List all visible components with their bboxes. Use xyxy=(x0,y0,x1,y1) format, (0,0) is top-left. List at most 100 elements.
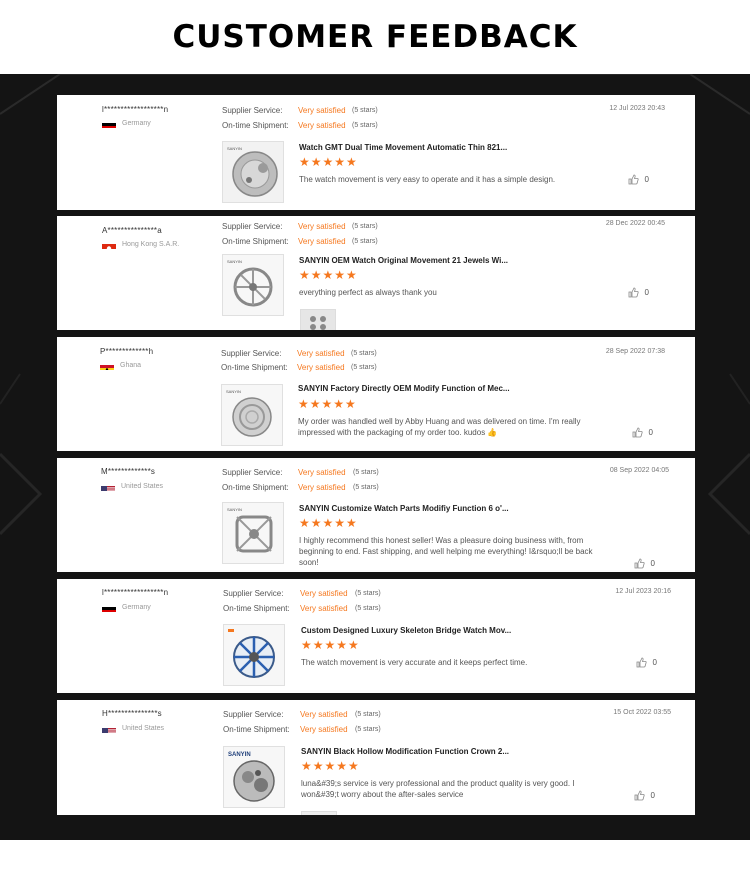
product-thumbnail[interactable]: SANYIN xyxy=(222,502,284,564)
product-thumbnail[interactable]: SANYIN xyxy=(221,384,283,446)
reviewer-country: Ghana xyxy=(100,361,141,370)
rating-stars: ★★★★★ xyxy=(299,155,358,169)
reviewer-country: United States xyxy=(102,724,164,733)
review-card: l******************n Germany Supplier Se… xyxy=(57,95,695,210)
review-card: H***************s United States Supplier… xyxy=(57,700,695,815)
review-card: l******************n Germany Supplier Se… xyxy=(57,579,695,693)
watch-movement-image: SANYIN xyxy=(223,142,283,202)
thumbs-up-icon xyxy=(628,287,639,298)
review-card: M*************s United States Supplier S… xyxy=(57,458,695,572)
shipment-value: Very satisfied xyxy=(300,604,348,613)
review-comment: The watch movement is very accurate and … xyxy=(301,658,528,667)
supplier-service-label: Supplier Service: xyxy=(222,468,283,477)
thumbs-up-icon xyxy=(636,657,647,668)
product-title[interactable]: SANYIN Factory Directly OEM Modify Funct… xyxy=(298,384,510,393)
rating-stars: ★★★★★ xyxy=(299,516,358,530)
review-comment: everything perfect as always thank you xyxy=(299,288,437,297)
review-card: A***************a Hong Kong S.A.R. Suppl… xyxy=(57,216,695,330)
review-card: P*************h Ghana Supplier Service: … xyxy=(57,337,695,451)
review-date: 28 Dec 2022 00:45 xyxy=(605,220,665,227)
shipment-stars-note: (5 stars) xyxy=(352,238,378,245)
watch-movement-image: SANYIN xyxy=(223,255,283,315)
country-name: Germany xyxy=(122,120,151,127)
page-header: CUSTOMER FEEDBACK xyxy=(0,0,750,74)
reviewer-country: Germany xyxy=(102,119,151,128)
reviewer-country: United States xyxy=(101,482,163,491)
product-title[interactable]: SANYIN Customize Watch Parts Modifiy Fun… xyxy=(299,504,509,513)
review-photo-image xyxy=(301,310,335,330)
thumb-brand: SANYIN xyxy=(227,507,242,512)
like-button[interactable]: 0 xyxy=(628,174,649,185)
thumb-brand: SANYIN xyxy=(228,752,251,758)
review-comment: I highly recommend this honest seller! W… xyxy=(299,536,593,567)
rating-stars: ★★★★★ xyxy=(299,268,358,282)
shipment-stars-note: (5 stars) xyxy=(351,364,377,371)
like-button[interactable]: 0 xyxy=(634,790,655,801)
supplier-stars-note: (5 stars) xyxy=(355,590,381,597)
country-name: Hong Kong S.A.R. xyxy=(122,241,180,248)
product-thumbnail[interactable]: SANYIN xyxy=(222,141,284,203)
shipment-value: Very satisfied xyxy=(298,483,346,492)
us-flag-icon xyxy=(101,482,115,491)
product-title[interactable]: SANYIN Black Hollow Modification Functio… xyxy=(301,747,509,756)
product-thumbnail[interactable] xyxy=(223,624,285,686)
shipment-stars-note: (5 stars) xyxy=(353,484,379,491)
us-flag-icon xyxy=(102,724,116,733)
watch-movement-image: SANYIN xyxy=(223,503,283,563)
reviewer-name: P*************h xyxy=(100,347,154,356)
review-photo-thumbnail[interactable] xyxy=(300,309,336,330)
product-thumbnail[interactable]: SANYIN xyxy=(222,254,284,316)
watch-movement-image: SANYIN xyxy=(222,385,282,445)
reviewer-name: l******************n xyxy=(102,105,169,114)
supplier-stars-note: (5 stars) xyxy=(351,350,377,357)
review-date: 12 Jul 2023 20:43 xyxy=(609,105,665,112)
review-date: 15 Oct 2022 03:55 xyxy=(613,709,671,716)
product-title[interactable]: SANYIN OEM Watch Original Movement 21 Je… xyxy=(299,256,508,265)
product-thumbnail[interactable]: SANYIN xyxy=(223,746,285,808)
watch-movement-image: SANYIN xyxy=(224,747,284,807)
like-count: 0 xyxy=(648,428,653,437)
review-comment: The watch movement is very easy to opera… xyxy=(299,175,556,184)
reviewer-name: M*************s xyxy=(101,467,156,476)
shipment-stars-note: (5 stars) xyxy=(355,726,381,733)
like-button[interactable]: 0 xyxy=(628,287,649,298)
supplier-service-label: Supplier Service: xyxy=(222,106,283,115)
supplier-service-label: Supplier Service: xyxy=(221,349,282,358)
like-button[interactable]: 0 xyxy=(636,657,657,668)
shipment-value: Very satisfied xyxy=(298,237,346,246)
bottom-strip xyxy=(0,840,750,880)
review-date: 08 Sep 2022 04:05 xyxy=(609,467,669,474)
on-time-shipment-label: On-time Shipment: xyxy=(222,121,289,130)
on-time-shipment-label: On-time Shipment: xyxy=(221,363,288,372)
thumb-brand: SANYIN xyxy=(226,389,241,394)
thumbs-up-icon xyxy=(632,427,643,438)
reviewer-name: l******************n xyxy=(102,588,169,597)
review-date: 28 Sep 2022 07:38 xyxy=(605,348,665,355)
like-button[interactable]: 0 xyxy=(632,427,653,438)
shipment-stars-note: (5 stars) xyxy=(355,605,381,612)
reviewer-country: Germany xyxy=(102,603,151,612)
product-title[interactable]: Watch GMT Dual Time Movement Automatic T… xyxy=(299,143,507,152)
supplier-service-label: Supplier Service: xyxy=(223,710,284,719)
on-time-shipment-label: On-time Shipment: xyxy=(223,604,290,613)
like-button[interactable]: 0 xyxy=(634,558,655,569)
reviewer-country: Hong Kong S.A.R. xyxy=(102,240,179,249)
thumbs-up-icon xyxy=(634,790,645,801)
supplier-service-value: Very satisfied xyxy=(300,710,348,719)
country-name: United States xyxy=(122,725,165,732)
supplier-service-label: Supplier Service: xyxy=(222,222,283,231)
like-count: 0 xyxy=(650,559,655,568)
germany-flag-icon xyxy=(102,119,116,128)
on-time-shipment-label: On-time Shipment: xyxy=(222,237,289,246)
thumbs-up-icon xyxy=(628,174,639,185)
supplier-service-label: Supplier Service: xyxy=(223,589,284,598)
thumb-brand: SANYIN xyxy=(227,146,242,151)
review-date: 12 Jul 2023 20:16 xyxy=(615,588,671,595)
product-title[interactable]: Custom Designed Luxury Skeleton Bridge W… xyxy=(301,626,511,635)
supplier-stars-note: (5 stars) xyxy=(352,107,378,114)
rating-stars: ★★★★★ xyxy=(298,397,357,411)
like-count: 0 xyxy=(644,175,649,184)
reviewer-name: H***************s xyxy=(102,709,162,718)
germany-flag-icon xyxy=(102,603,116,612)
review-photo-thumbnail[interactable] xyxy=(301,811,337,815)
